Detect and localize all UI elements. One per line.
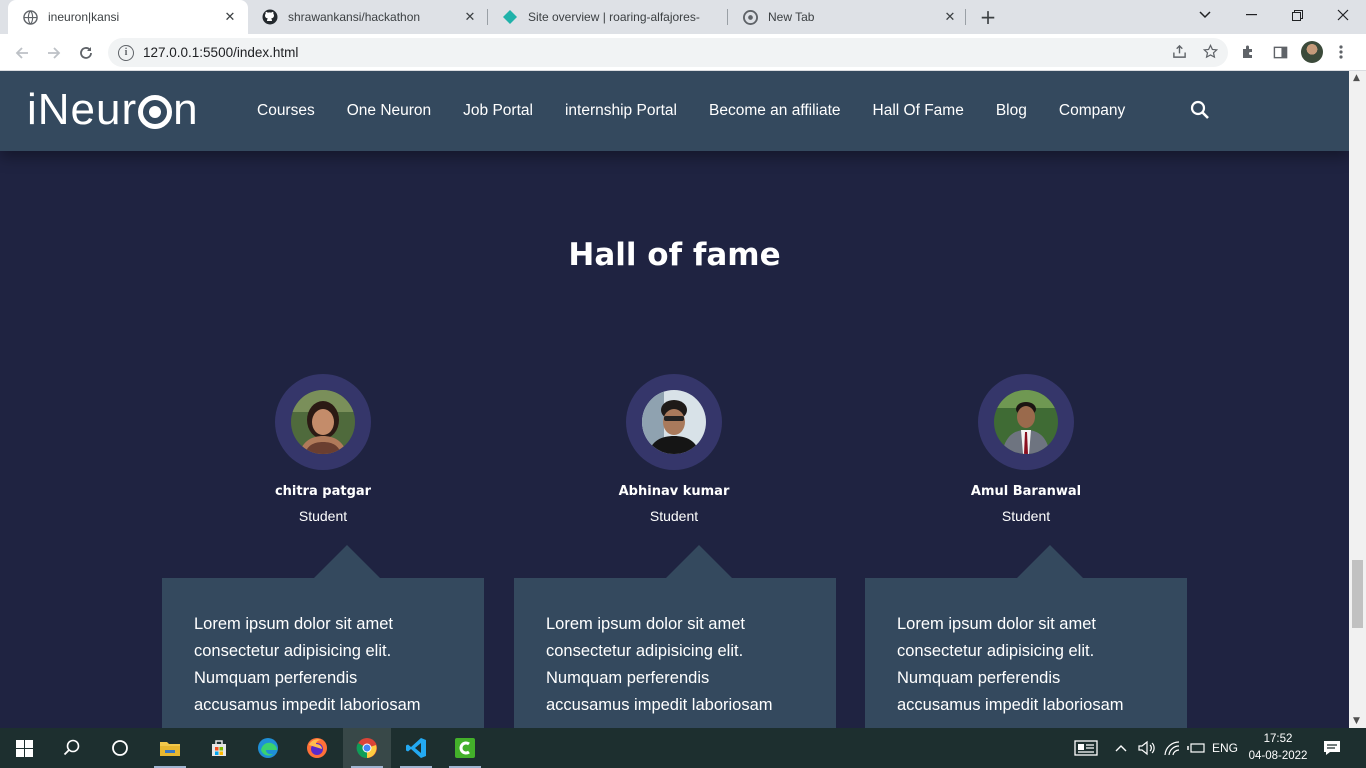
clock-date: 04-08-2022	[1248, 750, 1308, 762]
clock-time: 17:52	[1263, 733, 1293, 745]
browser-toolbar: i 127.0.0.1:5500/index.html	[0, 34, 1366, 71]
close-tab-icon[interactable]: ✕	[222, 9, 238, 25]
back-button[interactable]	[8, 39, 36, 67]
main-nav: Courses One Neuron Job Portal internship…	[241, 71, 1141, 151]
nav-link-courses[interactable]: Courses	[241, 102, 331, 120]
firefox-icon[interactable]	[293, 728, 341, 768]
scrollbar-thumb[interactable]	[1352, 560, 1363, 628]
extensions-icon[interactable]	[1238, 42, 1258, 62]
scroll-up-arrow-icon[interactable]: ▲	[1353, 73, 1360, 83]
new-tab-button[interactable]: +	[976, 5, 1000, 29]
profile-avatar[interactable]	[1301, 41, 1323, 63]
nav-link-company[interactable]: Company	[1043, 102, 1141, 120]
nav-link-become-an-affiliate[interactable]: Become an affiliate	[693, 102, 857, 120]
close-tab-icon[interactable]: ✕	[462, 9, 478, 25]
avatar-photo	[642, 390, 706, 454]
member-role: Student	[298, 508, 348, 524]
member-role: Student	[649, 508, 699, 524]
search-icon[interactable]	[1190, 100, 1212, 122]
tab-title: shrawankansi/hackathon	[288, 10, 421, 24]
logo-ring-icon	[138, 95, 173, 129]
site-info-icon[interactable]: i	[118, 44, 134, 61]
start-button[interactable]	[0, 728, 48, 768]
member-name: Amul Baranwal	[970, 484, 1082, 499]
tab-title: New Tab	[768, 10, 815, 24]
tab-title: ineuron|kansi	[48, 10, 120, 24]
nav-link-blog[interactable]: Blog	[980, 102, 1043, 120]
tab-search-icon[interactable]	[1182, 0, 1228, 30]
avatar-photo	[994, 390, 1058, 454]
page-scrollbar[interactable]: ▲ ▼	[1349, 71, 1366, 728]
browser-tab-bar: ineuron|kansi ✕ shrawankansi/hackathon ✕…	[0, 0, 1366, 34]
language-indicator[interactable]: ENG	[1212, 728, 1238, 768]
news-widget-icon[interactable]	[1074, 728, 1098, 768]
quote-arrow	[1016, 545, 1084, 579]
file-explorer-icon[interactable]	[146, 728, 194, 768]
reload-button[interactable]	[72, 39, 100, 67]
tab-separator	[965, 9, 966, 25]
nav-link-hall-of-fame[interactable]: Hall Of Fame	[857, 102, 980, 120]
windows-taskbar: ENG 17:52 04-08-2022	[0, 728, 1366, 768]
nav-link-job-portal[interactable]: Job Portal	[447, 102, 549, 120]
side-panel-icon[interactable]	[1270, 42, 1290, 62]
battery-icon[interactable]	[1187, 728, 1205, 768]
quote-box: Lorem ipsum dolor sit amet consectetur a…	[514, 578, 836, 728]
microsoft-store-icon[interactable]	[195, 728, 243, 768]
cortana-icon[interactable]	[96, 728, 144, 768]
browser-tab-newtab[interactable]: New Tab ✕	[728, 0, 968, 34]
search-taskbar-icon[interactable]	[48, 728, 96, 768]
quote-box: Lorem ipsum dolor sit amet consectetur a…	[865, 578, 1187, 728]
wifi-icon[interactable]	[1164, 728, 1181, 768]
hall-of-fame-title: Hall of fame	[568, 237, 781, 273]
quote-arrow	[665, 545, 733, 579]
testimonial-text: Lorem ipsum dolor sit amet consectetur a…	[194, 615, 421, 714]
bookmark-star-icon[interactable]	[1202, 43, 1219, 63]
chrome-icon	[742, 9, 758, 25]
nav-link-internship-portal[interactable]: internship Portal	[549, 102, 693, 120]
address-bar[interactable]: i 127.0.0.1:5500/index.html	[108, 38, 1228, 67]
browser-tab-github[interactable]: shrawankansi/hackathon ✕	[248, 0, 488, 34]
testimonial-text: Lorem ipsum dolor sit amet consectetur a…	[897, 615, 1124, 714]
camtasia-icon[interactable]	[441, 728, 489, 768]
close-tab-icon[interactable]: ✕	[942, 9, 958, 25]
netlify-icon	[502, 9, 518, 25]
avatar-photo	[291, 390, 355, 454]
avatar	[275, 374, 371, 470]
site-header: iNeur n Courses One Neuron Job Portal int…	[0, 71, 1349, 151]
vscode-icon[interactable]	[392, 728, 440, 768]
member-name: chitra patgar	[274, 484, 372, 499]
forward-button[interactable]	[40, 39, 68, 67]
quote-arrow	[313, 545, 381, 579]
edge-icon[interactable]	[244, 728, 292, 768]
taskbar-clock[interactable]: 17:52 04-08-2022	[1240, 731, 1316, 765]
browser-tab-ineuron[interactable]: ineuron|kansi ✕	[8, 0, 248, 34]
testimonial-text: Lorem ipsum dolor sit amet consectetur a…	[546, 615, 773, 714]
scroll-down-arrow-icon[interactable]: ▼	[1353, 716, 1360, 726]
avatar	[626, 374, 722, 470]
member-name: Abhinav kumar	[618, 484, 730, 499]
close-window-button[interactable]	[1320, 0, 1366, 30]
tab-title: Site overview | roaring-alfajores-	[528, 10, 700, 24]
globe-icon	[22, 9, 38, 25]
quote-box: Lorem ipsum dolor sit amet consectetur a…	[162, 578, 484, 728]
share-icon[interactable]	[1172, 44, 1187, 63]
minimize-button[interactable]	[1228, 0, 1274, 30]
page-viewport: iNeur n Courses One Neuron Job Portal int…	[0, 71, 1349, 728]
browser-menu-icon[interactable]	[1331, 42, 1351, 62]
github-icon	[262, 9, 278, 25]
logo-text: iNeur	[27, 85, 138, 134]
member-role: Student	[1001, 508, 1051, 524]
logo-text-suffix: n	[173, 85, 199, 134]
ineuron-logo[interactable]: iNeur n	[27, 85, 199, 135]
avatar	[978, 374, 1074, 470]
nav-link-one-neuron[interactable]: One Neuron	[331, 102, 447, 120]
notifications-icon[interactable]	[1323, 728, 1341, 768]
url-text: 127.0.0.1:5500/index.html	[143, 45, 299, 60]
chrome-taskbar-icon[interactable]	[343, 728, 391, 768]
tray-expand-icon[interactable]	[1115, 728, 1127, 768]
browser-tab-netlify[interactable]: Site overview | roaring-alfajores-	[488, 0, 728, 34]
volume-icon[interactable]	[1138, 728, 1156, 768]
restore-button[interactable]	[1274, 0, 1320, 30]
